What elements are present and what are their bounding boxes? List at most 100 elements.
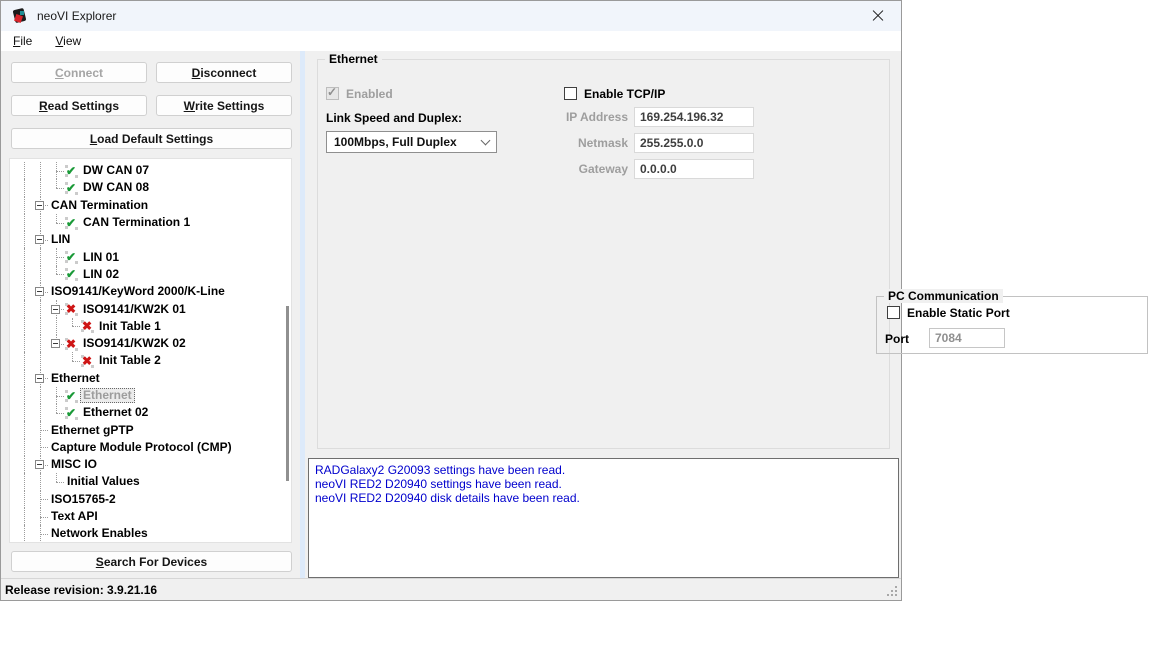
check-icon: ✔: [64, 163, 80, 179]
check-icon: ✔: [64, 266, 80, 282]
log-line: neoVI RED2 D20940 settings have been rea…: [315, 477, 892, 491]
close-button[interactable]: [855, 1, 901, 31]
tree-item-dw-can-07[interactable]: ✔DW CAN 07: [16, 162, 291, 179]
tree-item-ethernet-gptp[interactable]: Ethernet gPTP: [16, 421, 291, 438]
tree-item-label: ISO9141/KW2K 01: [80, 303, 189, 316]
tree-item-label: Network Enables: [48, 527, 151, 540]
tree-item-label: Ethernet gPTP: [48, 424, 137, 437]
tree-item-label: ISO9141/KeyWord 2000/K-Line: [48, 285, 228, 298]
tree-item-init-table-2[interactable]: ✖Init Table 2: [16, 352, 291, 369]
tree-item-network-enables[interactable]: Network Enables: [16, 525, 291, 542]
search-for-devices-button[interactable]: Search For Devices: [11, 551, 292, 572]
expander-minus[interactable]: [35, 374, 44, 383]
tree-item-dw-can-08[interactable]: ✔DW CAN 08: [16, 179, 291, 196]
expander-minus[interactable]: [35, 235, 44, 244]
cross-icon: ✖: [80, 318, 96, 334]
link-speed-value: 100Mbps, Full Duplex: [334, 135, 457, 149]
field-row-ip-address: IP Address169.254.196.32: [562, 107, 754, 127]
tree-item-iso9141-kw2k-01[interactable]: ✖ISO9141/KW2K 01: [16, 300, 291, 317]
port-input[interactable]: 7084: [929, 328, 1005, 348]
tree-item-capture-module-protocol-cmp[interactable]: Capture Module Protocol (CMP): [16, 439, 291, 456]
tree-item-label: LIN 01: [80, 251, 122, 264]
link-speed-select[interactable]: 100Mbps, Full Duplex: [326, 131, 497, 153]
tree-item-label: Text API: [48, 510, 101, 523]
ethernet-group-title: Ethernet: [325, 52, 382, 66]
pc-communication-title: PC Communication: [884, 289, 1003, 303]
tree-item-lin-02[interactable]: ✔LIN 02: [16, 266, 291, 283]
disconnect-button[interactable]: Disconnect: [156, 62, 292, 83]
tree-item-can-termination[interactable]: CAN Termination: [16, 197, 291, 214]
cross-icon: ✖: [80, 353, 96, 369]
tree-item-can-termination-1[interactable]: ✔CAN Termination 1: [16, 214, 291, 231]
expander-minus[interactable]: [35, 287, 44, 296]
panel-splitter[interactable]: [300, 51, 305, 579]
tree-item-label: Ethernet: [48, 372, 103, 385]
port-label: Port: [885, 332, 909, 346]
tree-item-ethernet-02[interactable]: ✔Ethernet 02: [16, 404, 291, 421]
enable-static-port-checkbox[interactable]: [887, 306, 900, 319]
tree-item-label: LIN: [48, 233, 73, 246]
tree-item-ethernet[interactable]: ✔Ethernet: [16, 387, 291, 404]
check-mark-icon: ✓: [327, 85, 337, 99]
expander-minus[interactable]: [51, 339, 60, 348]
tree-view: ✔DW CAN 07✔DW CAN 08CAN Termination✔CAN …: [9, 158, 292, 543]
app-window: neoVI Explorer File View Connect Disconne…: [0, 0, 902, 601]
expander-minus[interactable]: [35, 460, 44, 469]
status-bar: Release revision: 3.9.21.16: [1, 578, 901, 600]
enable-tcpip-label: Enable TCP/IP: [584, 87, 665, 101]
field-row-gateway: Gateway0.0.0.0: [562, 159, 754, 179]
maximize-button[interactable]: [809, 1, 855, 31]
ip-fields: IP Address169.254.196.32 Netmask255.255.0…: [562, 107, 754, 179]
tree-item-init-table-1[interactable]: ✖Init Table 1: [16, 318, 291, 335]
menu-view[interactable]: View: [52, 33, 84, 49]
enable-tcpip-checkbox[interactable]: [564, 87, 577, 100]
ip-address-input[interactable]: 169.254.196.32: [634, 107, 754, 127]
tree-item-misc-io[interactable]: MISC IO: [16, 456, 291, 473]
tree-item-iso9141-keyword-2000-k-line[interactable]: ISO9141/KeyWord 2000/K-Line: [16, 283, 291, 300]
tree-item-label: CAN Termination 1: [80, 216, 193, 229]
tree-scrollbar-thumb[interactable]: [286, 306, 289, 481]
ethernet-groupbox: Ethernet ✓ Enabled Link Speed and Duplex…: [317, 59, 890, 449]
check-icon: ✔: [64, 215, 80, 231]
window-controls: [763, 1, 901, 31]
tree-item-label: CAN Termination: [48, 199, 151, 212]
netmask-label: Netmask: [562, 136, 634, 150]
tree-item-lin-01[interactable]: ✔LIN 01: [16, 248, 291, 265]
gateway-input[interactable]: 0.0.0.0: [634, 159, 754, 179]
cross-icon: ✖: [64, 301, 80, 317]
app-icon: [12, 8, 28, 24]
expander-minus[interactable]: [51, 305, 60, 314]
menu-file[interactable]: File: [10, 33, 35, 49]
netmask-input[interactable]: 255.255.0.0: [634, 133, 754, 153]
log-line: neoVI RED2 D20940 disk details have been…: [315, 491, 892, 505]
tree-item-label: MISC IO: [48, 458, 100, 471]
tree-item-label: DW CAN 08: [80, 181, 152, 194]
read-settings-button[interactable]: Read Settings: [11, 95, 147, 116]
minimize-button[interactable]: [763, 1, 809, 31]
tree-item-label: ISO15765-2: [48, 493, 119, 506]
check-icon: ✔: [64, 249, 80, 265]
tree-item-iso9141-kw2k-02[interactable]: ✖ISO9141/KW2K 02: [16, 335, 291, 352]
chevron-down-icon: [481, 135, 491, 145]
enabled-checkbox: ✓: [326, 87, 339, 100]
tree-item-label: Initial Values: [64, 475, 143, 488]
window-title: neoVI Explorer: [37, 9, 116, 23]
tree-item-label: LIN 02: [80, 268, 122, 281]
tree-item-text-api[interactable]: Text API: [16, 508, 291, 525]
title-bar[interactable]: neoVI Explorer: [1, 1, 901, 31]
check-icon: ✔: [64, 388, 80, 404]
tree-item-ethernet[interactable]: Ethernet: [16, 370, 291, 387]
connect-button: Connect: [11, 62, 147, 83]
tree-item-label: Ethernet: [80, 388, 135, 403]
expander-minus[interactable]: [35, 201, 44, 210]
load-default-settings-button[interactable]: Load Default Settings: [11, 128, 292, 149]
log-panel: RADGalaxy2 G20093 settings have been rea…: [308, 458, 899, 578]
gateway-label: Gateway: [562, 162, 634, 176]
write-settings-button[interactable]: Write Settings: [156, 95, 292, 116]
tree-item-initial-values[interactable]: Initial Values: [16, 473, 291, 490]
tree-item-label: Init Table 2: [96, 354, 164, 367]
cross-icon: ✖: [64, 336, 80, 352]
tree-item-iso15765-2[interactable]: ISO15765-2: [16, 491, 291, 508]
resize-grip[interactable]: [895, 594, 897, 596]
tree-item-lin[interactable]: LIN: [16, 231, 291, 248]
